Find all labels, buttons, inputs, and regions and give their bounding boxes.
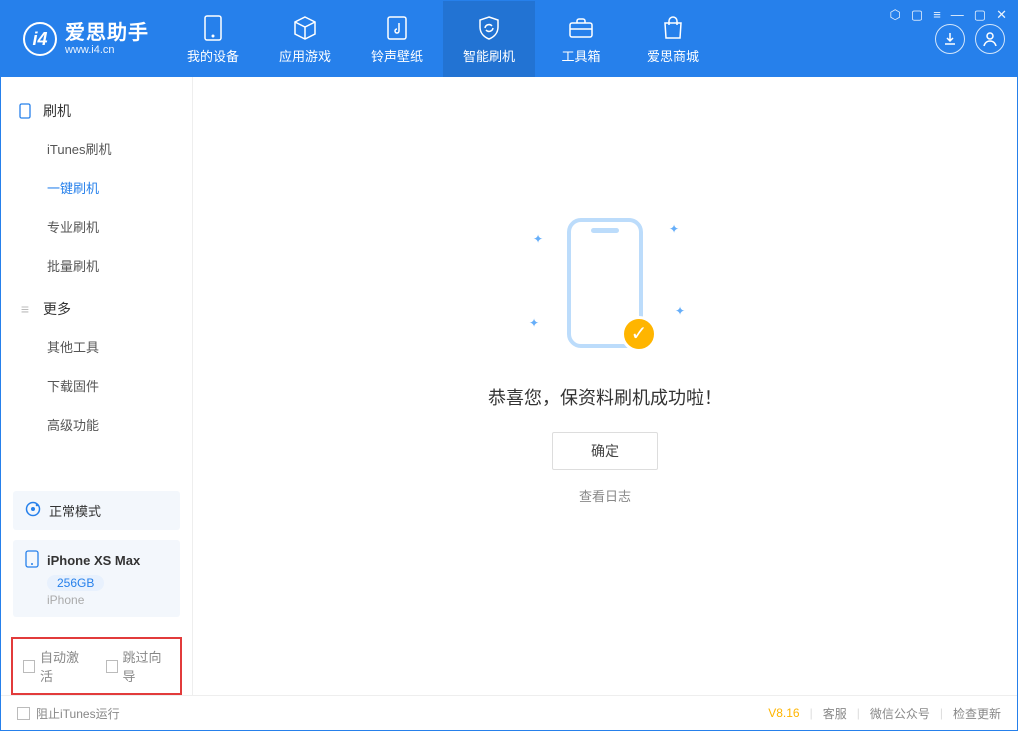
sidebar: 刷机 iTunes刷机 一键刷机 专业刷机 批量刷机 ≡ 更多 其他工具 下载固… [1, 77, 193, 695]
phone-small-icon [25, 550, 39, 571]
sidebar-head-flash: 刷机 [1, 93, 192, 129]
checkmark-badge-icon: ✓ [621, 316, 657, 352]
tab-toolbox[interactable]: 工具箱 [535, 1, 627, 77]
footer-link-wechat[interactable]: 微信公众号 [870, 705, 930, 722]
mode-icon [25, 501, 41, 520]
device-name: iPhone XS Max [47, 553, 140, 568]
option-label: 自动激活 [40, 647, 87, 685]
list-icon: ≡ [17, 301, 33, 317]
toolbox-icon [568, 14, 594, 42]
device-mode-box[interactable]: 正常模式 [13, 491, 180, 530]
sidebar-item-othertools[interactable]: 其他工具 [1, 327, 192, 366]
device-capacity: 256GB [47, 575, 104, 591]
account-button[interactable] [975, 24, 1005, 54]
tab-my-device[interactable]: 我的设备 [167, 1, 259, 77]
separator: | [857, 706, 860, 720]
sidebar-item-batch[interactable]: 批量刷机 [1, 246, 192, 285]
ok-button[interactable]: 确定 [552, 432, 658, 470]
logo-text: 爱思助手 www.i4.cn [65, 22, 149, 56]
tab-label: 铃声壁纸 [371, 46, 423, 65]
separator: | [940, 706, 943, 720]
sidebar-head-label: 刷机 [43, 101, 71, 121]
main-content: ✦ ✦ ✦ ✦ ✓ 恭喜您，保资料刷机成功啦！ 确定 查看日志 [193, 77, 1017, 695]
footer-right: V8.16 | 客服 | 微信公众号 | 检查更新 [768, 705, 1001, 722]
checkbox-icon [106, 660, 118, 673]
bag-icon [662, 14, 684, 42]
checkbox-icon [23, 660, 35, 673]
sidebar-section-more: ≡ 更多 其他工具 下载固件 高级功能 [1, 291, 192, 444]
sparkle-icon: ✦ [675, 304, 685, 318]
footer-left: 阻止iTunes运行 [17, 705, 120, 722]
device-icon [17, 103, 33, 119]
auto-activate-checkbox[interactable]: 自动激活 [23, 647, 88, 685]
menu-icon[interactable]: ≡ [933, 7, 941, 23]
sidebar-item-advanced[interactable]: 高级功能 [1, 405, 192, 444]
sidebar-section-flash: 刷机 iTunes刷机 一键刷机 专业刷机 批量刷机 [1, 93, 192, 285]
footer-label: 阻止iTunes运行 [36, 705, 120, 722]
maximize-icon[interactable]: ▢ [974, 7, 986, 23]
sidebar-item-itunes[interactable]: iTunes刷机 [1, 129, 192, 168]
sidebar-head-label: 更多 [43, 299, 71, 319]
minimize-icon[interactable]: — [951, 7, 964, 23]
window-controls: ⬡ ▢ ≡ — ▢ ✕ [890, 7, 1007, 23]
checkbox-icon [17, 707, 30, 720]
version-label: V8.16 [768, 706, 799, 720]
options-row: 自动激活 跳过向导 [11, 637, 182, 695]
block-itunes-checkbox[interactable]: 阻止iTunes运行 [17, 705, 120, 722]
app-title: 爱思助手 [65, 22, 149, 44]
header-right: ⬡ ▢ ≡ — ▢ ✕ [935, 1, 1017, 77]
tab-apps[interactable]: 应用游戏 [259, 1, 351, 77]
sparkle-icon: ✦ [669, 222, 679, 236]
close-icon[interactable]: ✕ [996, 7, 1007, 23]
nav-tabs: 我的设备 应用游戏 铃声壁纸 智能刷机 工具箱 爱思商城 [167, 1, 719, 77]
footer-bar: 阻止iTunes运行 V8.16 | 客服 | 微信公众号 | 检查更新 [1, 695, 1017, 730]
separator: | [810, 706, 813, 720]
phone-icon [204, 14, 222, 42]
download-button[interactable] [935, 24, 965, 54]
sidebar-item-oneclick[interactable]: 一键刷机 [1, 168, 192, 207]
device-type: iPhone [47, 593, 168, 607]
feedback-icon[interactable]: ⬡ [890, 7, 901, 23]
tab-flash[interactable]: 智能刷机 [443, 1, 535, 77]
device-panel: 正常模式 iPhone XS Max 256GB iPhone [1, 481, 192, 629]
option-label: 跳过向导 [123, 647, 170, 685]
success-illustration: ✦ ✦ ✦ ✦ ✓ [525, 208, 685, 358]
footer-link-update[interactable]: 检查更新 [953, 705, 1001, 722]
device-mode-label: 正常模式 [49, 501, 101, 520]
tab-label: 智能刷机 [463, 46, 515, 65]
logo-icon: i4 [23, 22, 57, 56]
skip-guide-checkbox[interactable]: 跳过向导 [106, 647, 171, 685]
footer-link-support[interactable]: 客服 [823, 705, 847, 722]
sidebar-head-more: ≡ 更多 [1, 291, 192, 327]
refresh-shield-icon [476, 14, 502, 42]
app-subtitle: www.i4.cn [65, 44, 149, 56]
cube-icon [292, 14, 318, 42]
sidebar-item-pro[interactable]: 专业刷机 [1, 207, 192, 246]
tab-store[interactable]: 爱思商城 [627, 1, 719, 77]
skin-icon[interactable]: ▢ [911, 7, 923, 23]
music-icon [386, 14, 408, 42]
tab-label: 工具箱 [561, 46, 600, 65]
header-bar: i4 爱思助手 www.i4.cn 我的设备 应用游戏 铃声壁纸 智能刷机 工具… [1, 1, 1017, 77]
tab-label: 应用游戏 [279, 46, 331, 65]
success-message: 恭喜您，保资料刷机成功啦！ [488, 384, 722, 410]
tab-ringtones[interactable]: 铃声壁纸 [351, 1, 443, 77]
view-log-link[interactable]: 查看日志 [579, 486, 631, 505]
logo-area: i4 爱思助手 www.i4.cn [1, 22, 167, 56]
device-info-box[interactable]: iPhone XS Max 256GB iPhone [13, 540, 180, 617]
tab-label: 爱思商城 [647, 46, 699, 65]
sparkle-icon: ✦ [533, 232, 543, 246]
sidebar-item-firmware[interactable]: 下载固件 [1, 366, 192, 405]
sparkle-icon: ✦ [529, 316, 539, 330]
body: 刷机 iTunes刷机 一键刷机 专业刷机 批量刷机 ≡ 更多 其他工具 下载固… [1, 77, 1017, 695]
tab-label: 我的设备 [187, 46, 239, 65]
